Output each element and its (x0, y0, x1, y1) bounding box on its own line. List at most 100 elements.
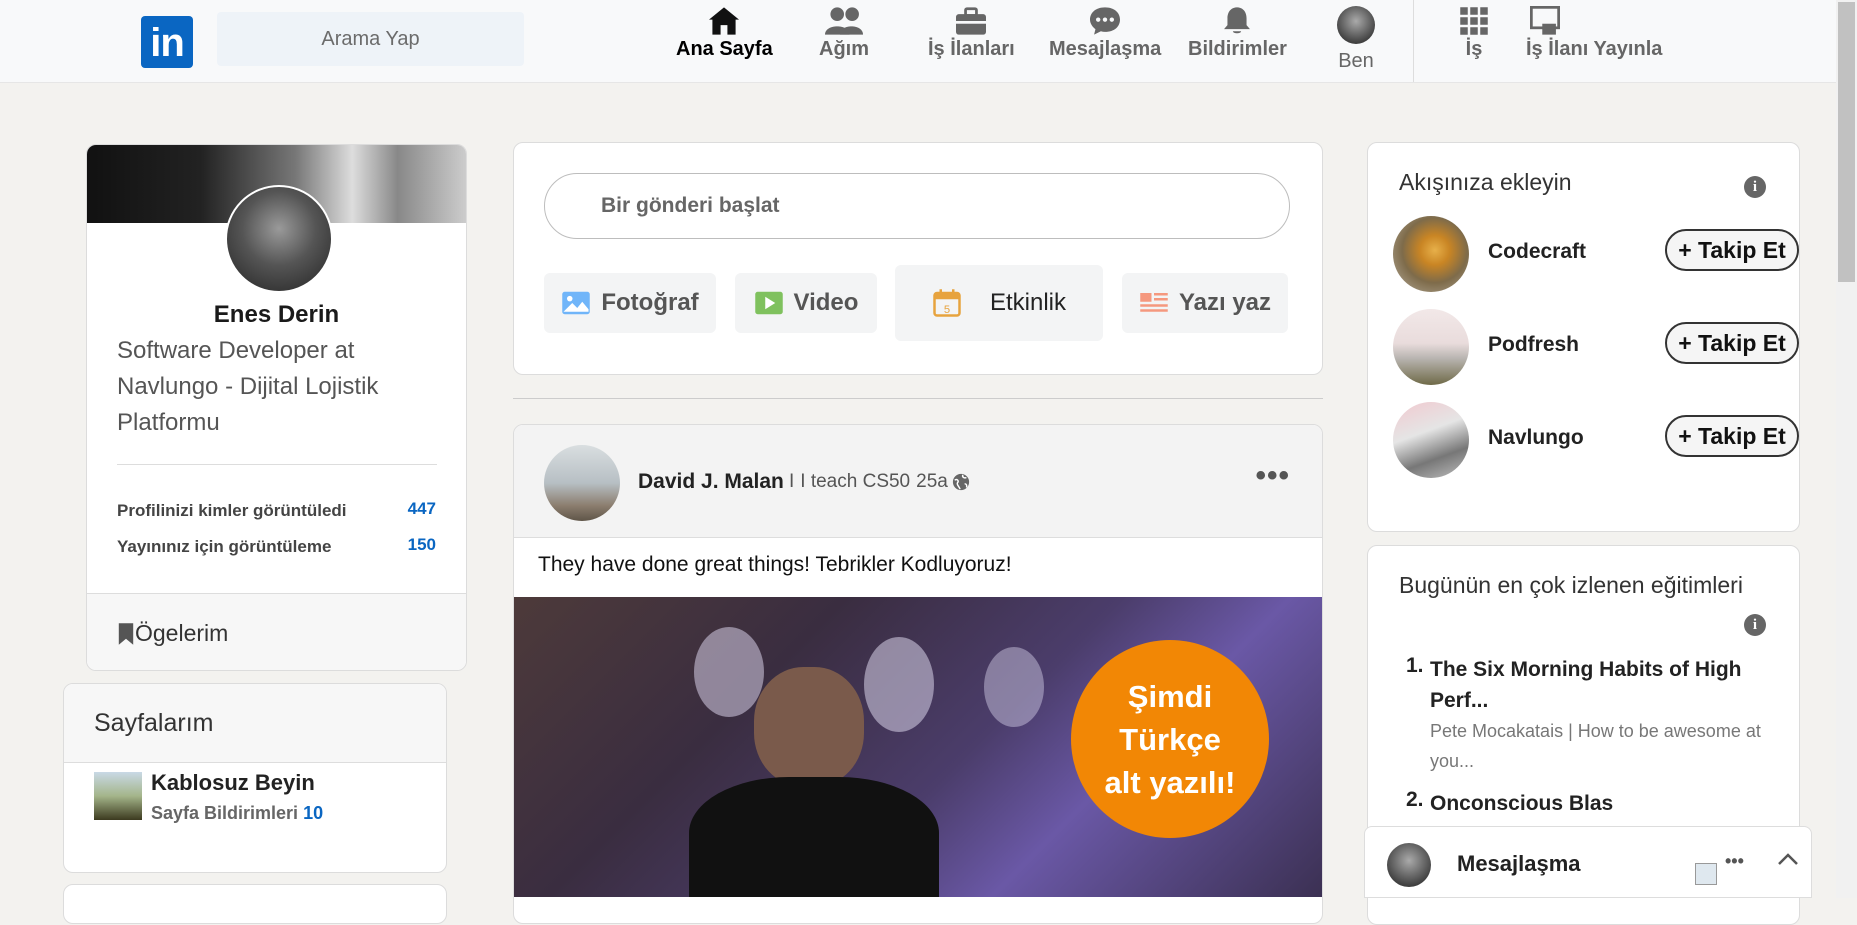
scrollbar-thumb[interactable] (1838, 2, 1855, 282)
bookmark-icon (118, 622, 134, 645)
subtitle-badge: Şimdi Türkçe alt yazılı! (1071, 640, 1269, 838)
course-author-line2: you... (1430, 751, 1475, 771)
grid-icon (1460, 7, 1488, 35)
badge-line-2: Türkçe (1119, 721, 1221, 757)
more-horizontal-icon: ••• (1255, 459, 1290, 492)
author-avatar[interactable] (544, 445, 620, 521)
globe-icon (952, 473, 969, 491)
nav-divider (1413, 0, 1414, 82)
post-image[interactable]: Şimdi Türkçe alt yazılı! (514, 597, 1322, 897)
course-body: The Six Morning Habits of High Perf... P… (1430, 654, 1790, 776)
video-button[interactable]: Video (735, 273, 877, 333)
nav-post-job[interactable]: İş İlanı Yayınla (1526, 6, 1662, 61)
page-name[interactable]: Kablosuz Beyin (151, 770, 315, 796)
messaging-options-button[interactable]: ••• (1725, 851, 1744, 872)
course-body: Onconscious Blas (1430, 788, 1790, 819)
company-name[interactable]: Podfresh (1488, 333, 1579, 357)
profile-viewers-label[interactable]: Profilinizi kimler görüntüledi (117, 501, 347, 521)
divider (117, 464, 437, 465)
compose-icon[interactable] (1695, 863, 1717, 885)
linkedin-logo[interactable]: in (141, 16, 193, 68)
page-notifications-count: 10 (303, 803, 324, 823)
write-article-label: Yazı yaz (1178, 289, 1272, 316)
photo-label: Fotoğraf (601, 289, 699, 316)
nav-work-label: İş (1465, 38, 1483, 60)
article-icon (1140, 293, 1168, 312)
follow-button[interactable]: + Takip Et (1665, 322, 1799, 364)
my-pages-card: Sayfalarım Kablosuz Beyin Sayfa Bildirim… (63, 683, 447, 873)
my-items-link[interactable]: Ögelerim (117, 620, 228, 647)
company-logo[interactable] (1393, 216, 1469, 292)
nav-home[interactable]: Ana Sayfa (676, 6, 773, 61)
company-row: Podfresh + Takip Et (1393, 309, 1799, 385)
badge-line-1: Şimdi (1127, 678, 1213, 714)
add-to-feed-card: Akışınıza ekleyin i Codecraft + Takip Et… (1367, 142, 1800, 532)
nav-messaging[interactable]: Mesajlaşma (1049, 6, 1161, 61)
follow-button[interactable]: + Takip Et (1665, 229, 1799, 271)
post-author-name[interactable]: David J. Malan (638, 470, 784, 494)
nav-messaging-label: Mesajlaşma (1049, 38, 1162, 60)
home-icon (709, 7, 740, 35)
bg-light (864, 637, 934, 732)
nav-network[interactable]: Ağım (819, 6, 869, 61)
post-time: 25a (916, 471, 948, 492)
expand-button[interactable] (1777, 851, 1799, 872)
sidebar-card-partial (63, 884, 447, 924)
profile-name[interactable]: Enes Derin (87, 301, 466, 329)
info-icon[interactable]: i (1744, 614, 1766, 636)
photo-button[interactable]: Fotoğraf (544, 273, 716, 333)
courses-title: Bugünün en çok izlenen eğitimleri (1399, 572, 1743, 598)
profile-headline: Software Developer at Navlungo - Dijital… (117, 337, 379, 436)
follow-button[interactable]: + Takip Et (1665, 415, 1799, 457)
post-author-headline: I teach CS50 (800, 471, 911, 492)
profile-viewers-count[interactable]: 447 (408, 499, 436, 519)
nav-notifications-label: Bildirimler (1188, 38, 1287, 60)
event-label: Etkinlik (989, 289, 1067, 316)
speaker-body (689, 777, 939, 897)
bell-icon (1224, 7, 1251, 34)
speaker-head (754, 667, 864, 787)
top-navigation: in Ana Sayfa Ağım İş İlanları Mesajlaşma… (0, 0, 1836, 83)
company-logo[interactable] (1393, 402, 1469, 478)
start-post-input[interactable]: Bir gönderi başlat (544, 173, 1290, 239)
nav-jobs[interactable]: İş İlanları (928, 6, 1015, 61)
video-icon (754, 291, 783, 315)
write-article-button[interactable]: Yazı yaz (1122, 273, 1288, 333)
profile-card: Enes Derin Software Developer at Navlung… (86, 144, 467, 671)
event-button[interactable]: 5 Etkinlik (895, 265, 1103, 341)
bg-light (984, 647, 1044, 727)
pipe: I (789, 471, 795, 492)
page-logo[interactable] (94, 772, 142, 820)
post-author-subtitle: I I teach CS50 25a (789, 471, 970, 493)
photo-icon (562, 291, 591, 315)
post-views-label[interactable]: Yayınınız için görüntüleme (117, 537, 331, 557)
messaging-bar[interactable]: Mesajlaşma ••• (1364, 826, 1812, 898)
post-options-button[interactable]: ••• (1255, 459, 1290, 493)
calendar-icon: 5 (933, 289, 961, 317)
feed-divider (513, 398, 1323, 399)
company-name[interactable]: Codecraft (1488, 240, 1586, 264)
nav-post-job-label: İş İlanı Yayınla (1526, 38, 1663, 60)
info-icon[interactable]: i (1744, 176, 1766, 198)
more-horizontal-icon: ••• (1725, 851, 1744, 871)
company-logo[interactable] (1393, 309, 1469, 385)
search-input[interactable] (217, 12, 524, 66)
nav-me[interactable]: Ben (1337, 6, 1375, 73)
company-row: Navlungo + Takip Et (1393, 402, 1799, 478)
briefcase-icon (956, 7, 987, 35)
post-views-count[interactable]: 150 (408, 535, 436, 555)
nav-work[interactable]: İş (1459, 6, 1489, 61)
course-title-line1: The Six Morning Habits of High (1430, 658, 1742, 681)
add-to-feed-title: Akışınıza ekleyin (1399, 169, 1572, 195)
chevron-up-icon (1778, 853, 1798, 865)
bg-light (694, 627, 764, 717)
course-number: 1. (1406, 654, 1424, 677)
page-notifications-label: Sayfa Bildirimleri (151, 803, 299, 823)
company-name[interactable]: Navlungo (1488, 426, 1584, 450)
avatar (1337, 6, 1375, 44)
nav-notifications[interactable]: Bildirimler (1188, 6, 1287, 61)
scrollbar[interactable] (1836, 0, 1857, 898)
profile-avatar[interactable] (225, 185, 333, 293)
pages-title: Sayfalarım (94, 709, 214, 737)
page-notifications[interactable]: Sayfa Bildirimleri 10 (151, 803, 323, 824)
